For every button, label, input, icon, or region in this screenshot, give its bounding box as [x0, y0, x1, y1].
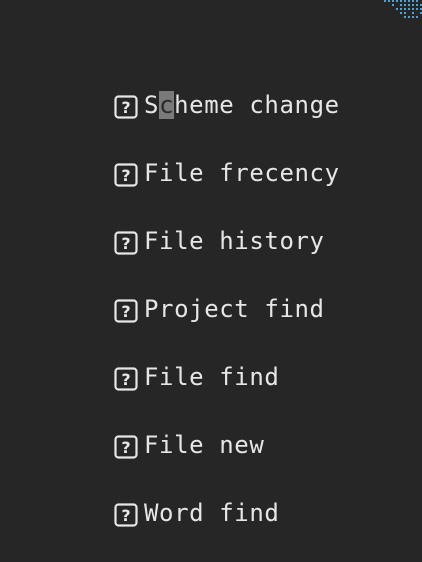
label-first-char: S [144, 91, 160, 119]
unknown-glyph-icon: ? [114, 231, 138, 255]
menu-item-label: File frecency [144, 159, 340, 187]
menu-item-label: Word find [144, 499, 280, 527]
svg-text:?: ? [121, 302, 130, 321]
menu-item-word-find[interactable]: ? Word find [114, 496, 414, 562]
unknown-glyph-icon: ? [114, 95, 138, 119]
menu-item-label: Project find [144, 295, 325, 323]
unknown-glyph-icon: ? [114, 367, 138, 391]
menu-item-file-frecency[interactable]: ? File frecency [114, 156, 414, 224]
label-rest: heme change [174, 91, 340, 119]
svg-text:?: ? [121, 234, 130, 253]
text-cursor: c [159, 91, 175, 119]
menu-item-file-new[interactable]: ? File new [114, 428, 414, 496]
svg-text:?: ? [121, 98, 130, 117]
svg-text:?: ? [121, 506, 130, 525]
menu-item-label: File history [144, 227, 325, 255]
menu-item-label: Scheme change [144, 88, 340, 122]
menu-item-file-history[interactable]: ? File history [114, 224, 414, 292]
dashboard-screen: ? Scheme change ? File frecency ? File h… [0, 0, 422, 562]
unknown-glyph-icon: ? [114, 435, 138, 459]
dashboard-menu: ? Scheme change ? File frecency ? File h… [114, 88, 414, 562]
menu-item-project-find[interactable]: ? Project find [114, 292, 414, 360]
menu-item-label: File find [144, 363, 280, 391]
menu-item-label: File new [144, 431, 265, 459]
unknown-glyph-icon: ? [114, 503, 138, 527]
svg-text:?: ? [121, 370, 130, 389]
svg-text:?: ? [121, 166, 130, 185]
unknown-glyph-icon: ? [114, 163, 138, 187]
svg-text:?: ? [121, 438, 130, 457]
unknown-glyph-icon: ? [114, 299, 138, 323]
logo-fragment [384, 0, 422, 18]
menu-item-file-find[interactable]: ? File find [114, 360, 414, 428]
menu-item-scheme-change[interactable]: ? Scheme change [114, 88, 414, 156]
